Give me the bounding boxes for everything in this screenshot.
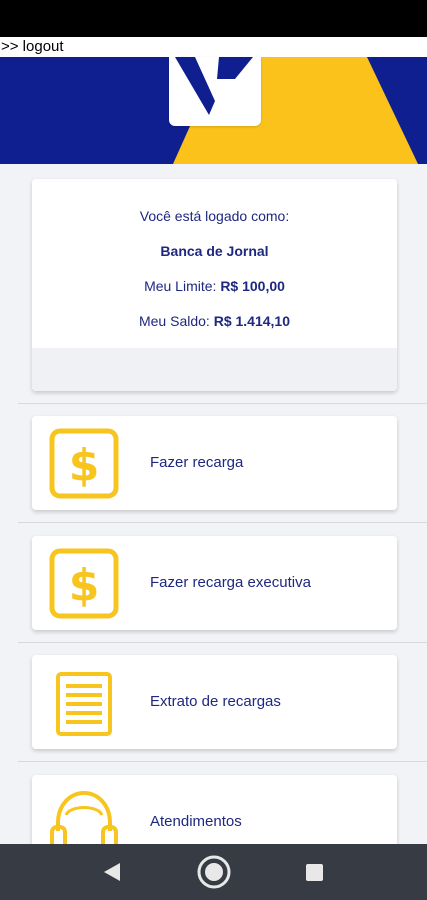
recents-button[interactable] xyxy=(284,844,344,900)
document-icon xyxy=(48,667,120,739)
android-nav-bar xyxy=(0,844,427,900)
card-footer xyxy=(32,348,397,391)
menu-item-label: Extrato de recargas xyxy=(150,693,281,710)
dollar-icon: $ xyxy=(48,428,120,500)
top-bar: >> logout xyxy=(0,37,427,57)
limit-label: Meu Limite: xyxy=(144,278,217,294)
menu-item-recarga-executiva[interactable]: $ Fazer recarga executiva xyxy=(32,536,397,630)
user-name: Banca de Jornal xyxy=(160,243,269,259)
logged-as-label: Você está logado como: xyxy=(139,208,290,224)
account-info-card: Você está logado como: Banca de Jornal M… xyxy=(32,179,397,391)
balance-label: Meu Saldo: xyxy=(138,313,210,329)
menu-item-fazer-recarga[interactable]: $ Fazer recarga xyxy=(32,416,397,510)
divider xyxy=(18,403,427,404)
balance-line: Meu Saldo: R$ 1.414,10 xyxy=(32,313,397,329)
divider xyxy=(18,761,427,762)
divider xyxy=(18,642,427,643)
menu-item-label: Fazer recarga xyxy=(150,454,244,471)
logout-link[interactable]: >> logout xyxy=(0,38,64,55)
menu-item-label: Fazer recarga executiva xyxy=(150,574,311,591)
brand-logo xyxy=(169,57,261,126)
status-bar xyxy=(0,0,427,37)
dollar-icon: $ xyxy=(48,548,120,620)
menu-item-extrato[interactable]: Extrato de recargas xyxy=(32,655,397,749)
limit-value: R$ 100,00 xyxy=(220,278,285,294)
home-button[interactable] xyxy=(184,844,244,900)
back-button[interactable] xyxy=(82,844,142,900)
divider xyxy=(18,522,427,523)
svg-text:$: $ xyxy=(69,440,100,491)
balance-value: R$ 1.414,10 xyxy=(213,313,290,329)
limit-line: Meu Limite: R$ 100,00 xyxy=(32,278,397,294)
svg-text:$: $ xyxy=(69,560,100,611)
